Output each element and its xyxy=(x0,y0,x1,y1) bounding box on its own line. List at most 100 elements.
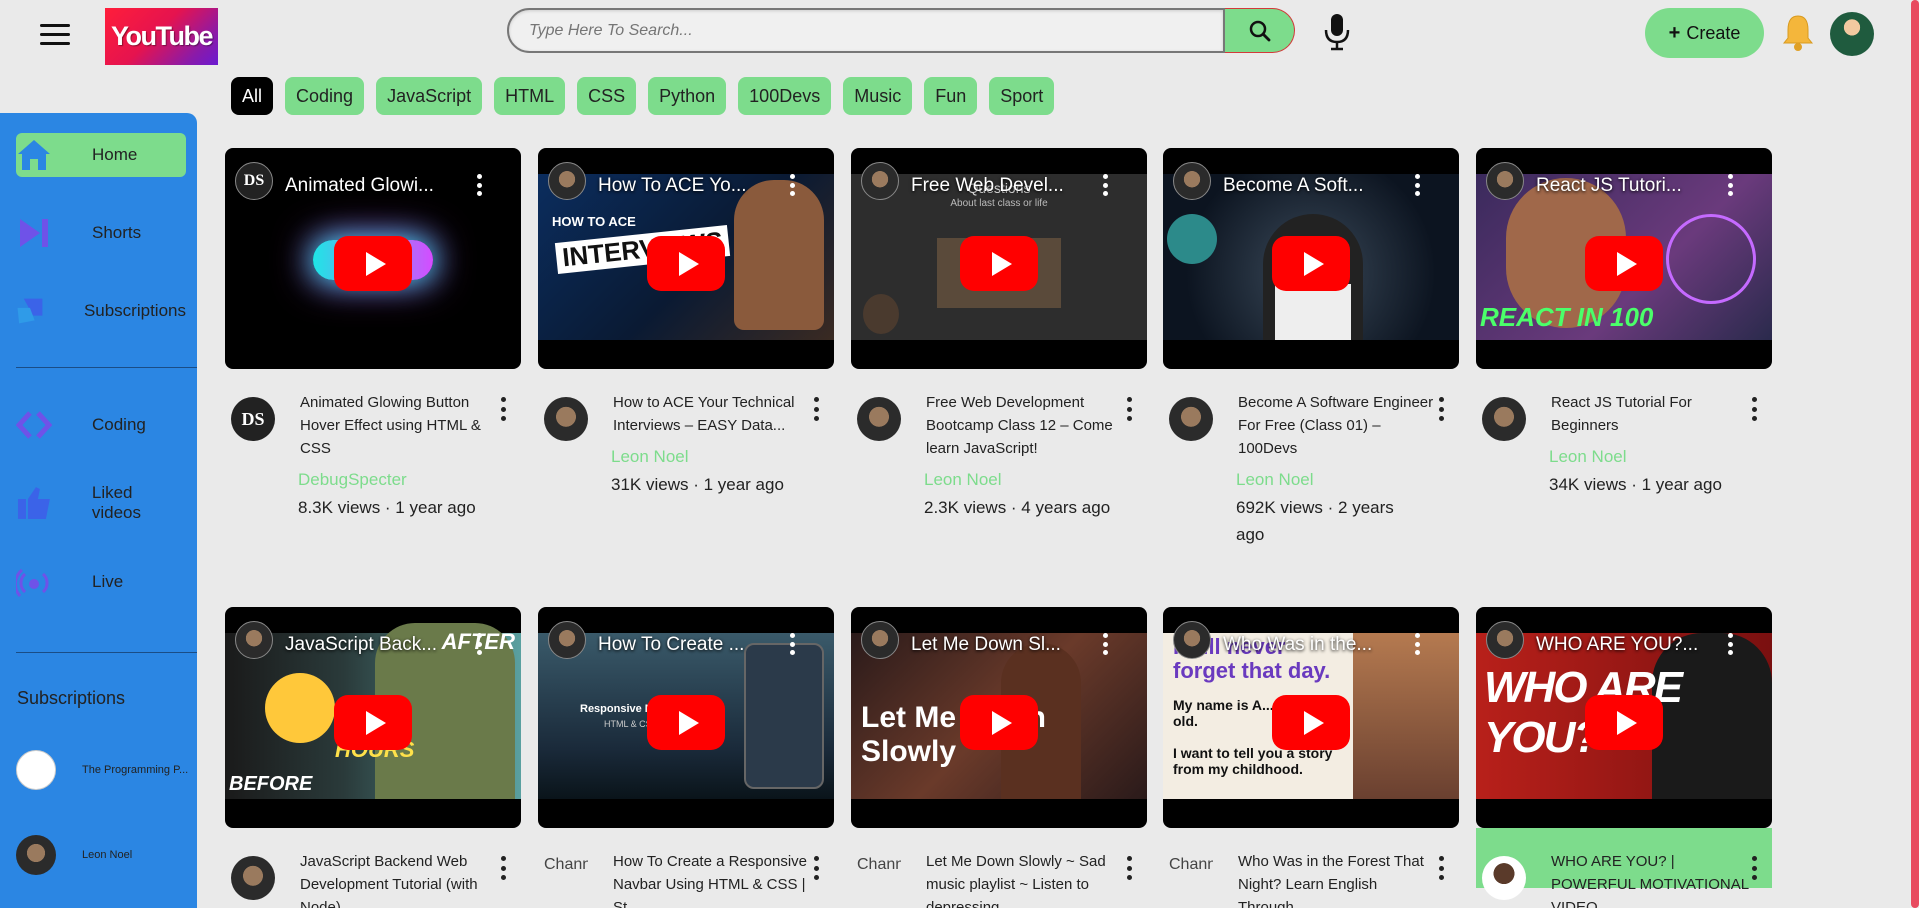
chip-100devs[interactable]: 100Devs xyxy=(738,77,832,115)
video-thumbnail[interactable]: Questions About last class or life Free W… xyxy=(851,148,1147,369)
coding-icon xyxy=(16,411,52,439)
more-vert-icon[interactable] xyxy=(1728,174,1734,196)
video-title[interactable]: React JS Tutorial For Beginners xyxy=(1551,391,1751,437)
channel-name[interactable]: Leon Noel xyxy=(611,447,689,467)
play-icon[interactable] xyxy=(960,236,1038,291)
subscription-item[interactable]: The Programming P... xyxy=(16,750,191,790)
sidebar-item-shorts[interactable]: Shorts xyxy=(16,211,186,255)
channel-avatar[interactable] xyxy=(1482,397,1526,441)
thumbnail-channel-avatar xyxy=(235,621,273,659)
channel-avatar[interactable]: Chann xyxy=(1169,856,1213,900)
channel-avatar[interactable] xyxy=(544,397,588,441)
more-vert-icon[interactable] xyxy=(501,397,507,421)
chip-javascript[interactable]: JavaScript xyxy=(376,77,483,115)
scrollbar[interactable] xyxy=(1911,0,1919,908)
thumbnail-title: React JS Tutori... xyxy=(1536,175,1682,196)
mic-icon[interactable] xyxy=(1322,12,1352,52)
thumbnail-channel-avatar xyxy=(1486,621,1524,659)
more-vert-icon[interactable] xyxy=(1439,397,1445,421)
create-button[interactable]: + Create xyxy=(1645,8,1764,58)
more-vert-icon[interactable] xyxy=(1415,633,1421,655)
video-title[interactable]: Who Was in the Forest That Night? Learn … xyxy=(1238,850,1438,908)
video-title[interactable]: Become A Software Engineer For Free (Cla… xyxy=(1238,391,1438,460)
video-thumbnail[interactable]: DS Animated Glowi... xyxy=(225,148,521,369)
play-icon[interactable] xyxy=(1272,236,1350,291)
channel-name[interactable]: Leon Noel xyxy=(1236,470,1314,490)
sidebar-item-home[interactable]: Home xyxy=(16,133,186,177)
video-thumbnail[interactable]: I will never forget that day. My name is … xyxy=(1163,607,1459,828)
play-icon[interactable] xyxy=(1585,695,1663,750)
more-vert-icon[interactable] xyxy=(814,397,820,421)
more-vert-icon[interactable] xyxy=(501,856,507,880)
more-vert-icon[interactable] xyxy=(477,633,483,655)
video-title[interactable]: WHO ARE YOU? | POWERFUL MOTIVATIONAL VID… xyxy=(1551,850,1751,908)
video-title[interactable]: JavaScript Backend Web Development Tutor… xyxy=(300,850,500,908)
subscription-item[interactable]: Leon Noel xyxy=(16,835,191,875)
more-vert-icon[interactable] xyxy=(1728,633,1734,655)
bell-icon[interactable] xyxy=(1781,12,1815,52)
sidebar-item-subscriptions[interactable]: Subscriptions xyxy=(16,289,186,333)
channel-avatar[interactable]: DS xyxy=(231,397,275,441)
channel-avatar[interactable] xyxy=(857,397,901,441)
home-icon xyxy=(18,140,50,170)
user-avatar[interactable] xyxy=(1830,12,1874,56)
chip-music[interactable]: Music xyxy=(843,77,913,115)
search-button[interactable] xyxy=(1225,8,1295,53)
sidebar-item-coding[interactable]: Coding xyxy=(16,403,186,447)
video-thumbnail[interactable]: Become A Soft... xyxy=(1163,148,1459,369)
youtube-logo[interactable]: YouTube xyxy=(105,8,218,65)
more-vert-icon[interactable] xyxy=(1103,633,1109,655)
chip-fun[interactable]: Fun xyxy=(924,77,978,115)
more-vert-icon[interactable] xyxy=(1439,856,1445,880)
channel-avatar[interactable] xyxy=(1482,856,1526,900)
play-icon[interactable] xyxy=(647,236,725,291)
chip-all[interactable]: All xyxy=(231,77,274,115)
video-thumbnail[interactable]: AFTERHOURSBEFORE JavaScript Back... xyxy=(225,607,521,828)
video-thumbnail[interactable]: Let Me Down Slowly Let Me Down Sl... xyxy=(851,607,1147,828)
video-title[interactable]: Free Web Development Bootcamp Class 12 –… xyxy=(926,391,1126,460)
more-vert-icon[interactable] xyxy=(790,174,796,196)
play-icon[interactable] xyxy=(647,695,725,750)
more-vert-icon[interactable] xyxy=(1415,174,1421,196)
video-thumbnail[interactable]: Responsive Navbar HTML & CSS How To Creat… xyxy=(538,607,834,828)
chip-python[interactable]: Python xyxy=(648,77,727,115)
more-vert-icon[interactable] xyxy=(1103,174,1109,196)
play-icon[interactable] xyxy=(334,695,412,750)
video-thumbnail[interactable]: HOW TO ACE INTERVIEWS How To ACE Yo... xyxy=(538,148,834,369)
channel-avatar[interactable]: Chann xyxy=(857,856,901,900)
thumbnail-title: Let Me Down Sl... xyxy=(911,634,1061,655)
chip-html[interactable]: HTML xyxy=(494,77,566,115)
play-icon[interactable] xyxy=(960,695,1038,750)
chip-sport[interactable]: Sport xyxy=(989,77,1055,115)
channel-avatar[interactable]: Chann xyxy=(544,856,588,900)
channel-avatar[interactable] xyxy=(231,856,275,900)
more-vert-icon[interactable] xyxy=(477,174,483,196)
sidebar-item-label: Shorts xyxy=(92,223,142,242)
chip-coding[interactable]: Coding xyxy=(285,77,365,115)
sidebar-item-live[interactable]: Live xyxy=(16,560,186,604)
video-title[interactable]: Let Me Down Slowly ~ Sad music playlist … xyxy=(926,850,1126,908)
more-vert-icon[interactable] xyxy=(1127,856,1133,880)
live-icon xyxy=(16,568,49,598)
channel-avatar[interactable] xyxy=(1169,397,1213,441)
play-icon[interactable] xyxy=(1585,236,1663,291)
more-vert-icon[interactable] xyxy=(1752,856,1758,880)
play-icon[interactable] xyxy=(334,236,412,291)
more-vert-icon[interactable] xyxy=(814,856,820,880)
more-vert-icon[interactable] xyxy=(1752,397,1758,421)
video-title[interactable]: Animated Glowing Button Hover Effect usi… xyxy=(300,391,500,460)
video-thumbnail[interactable]: WHO ARE YOU? WHO ARE YOU?... xyxy=(1476,607,1772,828)
more-vert-icon[interactable] xyxy=(1127,397,1133,421)
sidebar-item-liked-videos[interactable]: Liked videos xyxy=(16,481,186,525)
menu-icon[interactable] xyxy=(40,24,70,48)
more-vert-icon[interactable] xyxy=(790,633,796,655)
video-thumbnail[interactable]: REACT IN 100 React JS Tutori... xyxy=(1476,148,1772,369)
channel-name[interactable]: Leon Noel xyxy=(924,470,1002,490)
channel-name[interactable]: Leon Noel xyxy=(1549,447,1627,467)
video-title[interactable]: How To Create a Responsive Navbar Using … xyxy=(613,850,813,908)
play-icon[interactable] xyxy=(1272,695,1350,750)
search-input[interactable] xyxy=(507,8,1225,53)
channel-name[interactable]: DebugSpecter xyxy=(298,470,407,490)
chip-css[interactable]: CSS xyxy=(577,77,637,115)
video-title[interactable]: How to ACE Your Technical Interviews – E… xyxy=(613,391,813,437)
